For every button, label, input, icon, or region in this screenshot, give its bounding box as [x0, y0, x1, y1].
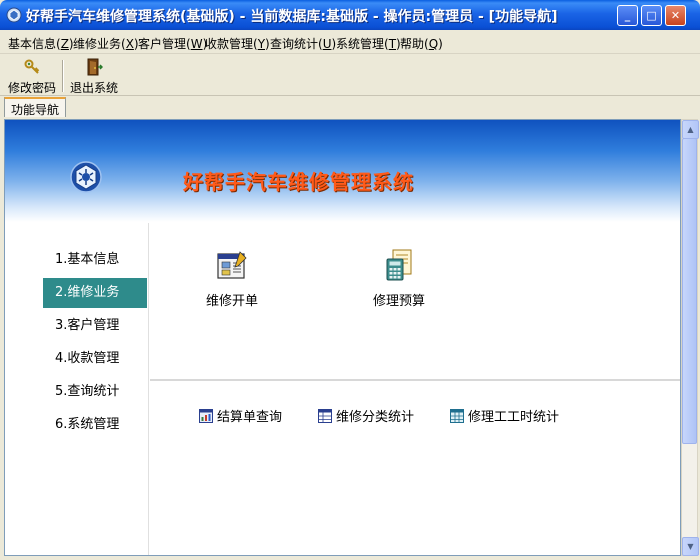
tab-strip: 功能导航: [0, 96, 700, 118]
menu-accel-key: Q: [428, 37, 439, 51]
menu-label: 系统管理(: [336, 37, 389, 51]
nav-item-payment-management[interactable]: 4.收款管理: [43, 344, 147, 374]
nav-item-query-statistics[interactable]: 5.查询统计: [43, 377, 147, 407]
app-logo-icon: [6, 7, 22, 23]
repair-category-stats-link[interactable]: 维修分类统计: [318, 406, 414, 425]
scroll-down-arrow-icon[interactable]: ▼: [682, 537, 699, 556]
nav-item-customer-management[interactable]: 3.客户管理: [43, 311, 147, 341]
banner-title: 好帮手汽车维修管理系统: [183, 170, 414, 194]
key-icon: [24, 59, 40, 74]
repair-order-button[interactable]: 维修开单: [206, 250, 258, 309]
report-icon: [199, 408, 213, 423]
exit-button[interactable]: 退出系统: [70, 58, 118, 96]
repair-estimate-label: 修理预算: [373, 294, 426, 309]
repair-order-icon: [217, 251, 247, 279]
nav-item-system-management[interactable]: 6.系统管理: [43, 410, 147, 440]
header-banner: 好帮手汽车维修管理系统: [5, 120, 680, 222]
repair-order-label: 维修开单: [206, 294, 259, 309]
nav-pane: 1.基本信息 2.维修业务 3.客户管理 4.收款管理 5.查询统计 6.系统管…: [5, 223, 149, 555]
change-password-button[interactable]: 修改密码: [8, 58, 56, 96]
menu-label: 收款管理(: [205, 37, 258, 51]
main-content: 好帮手汽车维修管理系统 1.基本信息 2.维修业务 3.客户管理 4.收款管理 …: [4, 119, 681, 556]
title-bar[interactable]: 好帮手汽车维修管理系统(基础版) - 当前数据库:基础版 - 操作员:管理员 -…: [0, 0, 700, 30]
close-button[interactable]: ✕: [665, 5, 686, 26]
menu-customer-management[interactable]: 客户管理(W): [138, 35, 207, 52]
menu-payment-management[interactable]: 收款管理(Y): [205, 35, 270, 52]
menu-label: 查询统计(: [270, 37, 323, 51]
grid-icon: [450, 408, 464, 423]
change-password-label: 修改密码: [8, 81, 57, 95]
menu-label-end: ): [438, 37, 443, 51]
menu-label: 维修业务(: [73, 37, 126, 51]
nav-item-repair-business[interactable]: 2.维修业务: [43, 278, 147, 308]
repair-category-stats-label: 维修分类统计: [336, 410, 415, 425]
tab-function-navigation[interactable]: 功能导航: [4, 97, 67, 117]
menu-repair-business[interactable]: 维修业务(X): [73, 35, 139, 52]
menu-accel-key: Z: [60, 37, 69, 51]
menu-label: 客户管理(: [138, 37, 191, 51]
menu-accel-key: X: [125, 37, 134, 51]
minimize-button[interactable]: _: [617, 5, 638, 26]
scrollbar-thumb[interactable]: [682, 138, 697, 444]
exit-label: 退出系统: [70, 81, 119, 95]
repair-estimate-button[interactable]: 修理预算: [373, 248, 425, 309]
repair-estimate-icon: [386, 249, 412, 281]
maximize-button[interactable]: □: [641, 5, 662, 26]
settlement-query-link[interactable]: 结算单查询: [199, 406, 282, 425]
menu-help[interactable]: 帮助(Q): [400, 35, 443, 52]
menu-basic-info[interactable]: 基本信息(Z): [8, 35, 74, 52]
vertical-scrollbar[interactable]: ▲ ▼: [681, 119, 699, 556]
menu-system-management[interactable]: 系统管理(T): [336, 35, 401, 52]
menu-accel-key: W: [190, 37, 203, 51]
toolbar-separator: [62, 60, 64, 92]
section-divider: [150, 379, 680, 381]
menu-label: 帮助(: [400, 37, 429, 51]
labor-hour-stats-link[interactable]: 修理工工时统计: [450, 406, 559, 425]
table-icon: [318, 408, 332, 423]
menu-bar: 基本信息(Z) 维修业务(X) 客户管理(W) 收款管理(Y) 查询统计(U) …: [0, 30, 700, 54]
menu-query-statistics[interactable]: 查询统计(U): [270, 35, 336, 52]
gear-logo-icon: [70, 161, 102, 193]
scroll-up-arrow-icon[interactable]: ▲: [682, 120, 699, 139]
exit-door-icon: [87, 58, 103, 76]
toolbar: 修改密码 退出系统: [0, 54, 700, 96]
window-title: 好帮手汽车维修管理系统(基础版) - 当前数据库:基础版 - 操作员:管理员 -…: [26, 9, 558, 25]
menu-label: 基本信息(: [8, 37, 61, 51]
nav-item-basic-info[interactable]: 1.基本信息: [43, 245, 147, 275]
settlement-query-label: 结算单查询: [217, 410, 283, 425]
menu-accel-key: T: [388, 37, 397, 51]
menu-accel-key: Y: [257, 37, 266, 51]
labor-hour-stats-label: 修理工工时统计: [468, 410, 560, 425]
